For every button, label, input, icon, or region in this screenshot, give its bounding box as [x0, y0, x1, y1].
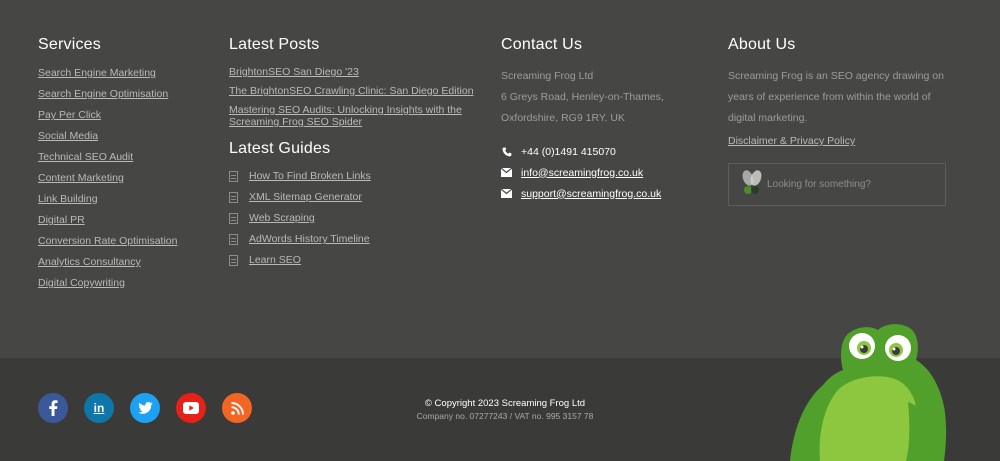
contact-column: Contact Us Screaming Frog Ltd 6 Greys Ro…: [500, 36, 701, 204]
phone-number: +44 (0)1491 415070: [521, 145, 616, 158]
guide-link[interactable]: XML Sitemap Generator: [249, 191, 362, 212]
contact-lines: +44 (0)1491 415070 info@screamingfrog.co…: [500, 141, 701, 204]
guide-link[interactable]: How To Find Broken Links: [249, 170, 371, 191]
search-input[interactable]: [767, 179, 937, 190]
address-line-1: 6 Greys Road, Henley-on-Thames,: [501, 91, 664, 103]
search-box: [728, 163, 946, 206]
envelope-icon: [500, 167, 513, 178]
copyright-text: © Copyright 2023 Screaming Frog Ltd: [424, 398, 586, 409]
frog-mascot-image: [788, 322, 958, 461]
fly-icon: [739, 169, 765, 197]
service-link[interactable]: Conversion Rate Optimisation: [38, 234, 177, 248]
document-icon: [229, 171, 238, 182]
guide-link[interactable]: AdWords History Timeline: [249, 233, 370, 254]
service-link[interactable]: Social Media: [38, 129, 177, 143]
document-icon: [229, 192, 238, 203]
latest-guides-list: How To Find Broken Links XML Sitemap Gen…: [229, 170, 489, 275]
service-link[interactable]: Technical SEO Audit: [38, 150, 177, 164]
info-email-link[interactable]: info@screamingfrog.co.uk: [521, 167, 643, 179]
about-heading: About Us: [728, 36, 796, 53]
social-links: in: [38, 393, 252, 423]
service-link[interactable]: Search Engine Optimisation: [38, 87, 177, 101]
phone-icon: [501, 147, 512, 157]
guide-link[interactable]: Learn SEO: [249, 254, 301, 275]
address-line-2: Oxfordshire, RG9 1RY. UK: [501, 112, 625, 124]
about-text: Screaming Frog is an SEO agency drawing …: [728, 70, 944, 124]
copyright-block: © Copyright 2023 Screaming Frog Ltd Comp…: [380, 398, 630, 421]
post-link[interactable]: The BrightonSEO Crawling Clinic: San Die…: [229, 85, 489, 97]
service-link[interactable]: Search Engine Marketing: [38, 66, 177, 80]
latest-posts-heading: Latest Posts: [229, 36, 320, 53]
contact-heading: Contact Us: [501, 36, 583, 53]
services-list: Search Engine Marketing Search Engine Op…: [38, 66, 177, 297]
service-link[interactable]: Digital Copywriting: [38, 276, 177, 290]
info-email-line: info@screamingfrog.co.uk: [500, 162, 701, 183]
document-icon: [229, 234, 238, 245]
phone-line: +44 (0)1491 415070: [501, 141, 701, 162]
twitter-icon[interactable]: [130, 393, 160, 423]
envelope-icon: [500, 188, 513, 199]
document-icon: [229, 255, 238, 266]
latest-posts-list: BrightonSEO San Diego '23 The BrightonSE…: [229, 66, 489, 128]
youtube-icon[interactable]: [176, 393, 206, 423]
service-link[interactable]: Digital PR: [38, 213, 177, 227]
latest-guides-heading: Latest Guides: [229, 140, 331, 157]
about-column: About Us Screaming Frog is an SEO agency…: [728, 36, 948, 206]
support-email-line: support@screamingfrog.co.uk: [500, 183, 701, 204]
service-link[interactable]: Content Marketing: [38, 171, 177, 185]
rss-icon[interactable]: [222, 393, 252, 423]
post-link[interactable]: Mastering SEO Audits: Unlocking Insights…: [229, 104, 489, 128]
disclaimer-link[interactable]: Disclaimer & Privacy Policy: [728, 135, 948, 147]
facebook-icon[interactable]: [38, 393, 68, 423]
post-link[interactable]: BrightonSEO San Diego '23: [229, 66, 489, 78]
services-heading: Services: [38, 36, 101, 53]
company-registration-text: Company no. 07277243 / VAT no. 995 3157 …: [416, 411, 594, 421]
services-column: Services Search Engine Marketing Search …: [38, 36, 177, 297]
linkedin-icon[interactable]: in: [84, 393, 114, 423]
posts-column: Latest Posts BrightonSEO San Diego '23 T…: [229, 36, 489, 275]
company-name: Screaming Frog Ltd: [501, 70, 594, 82]
service-link[interactable]: Analytics Consultancy: [38, 255, 177, 269]
service-link[interactable]: Link Building: [38, 192, 177, 206]
support-email-link[interactable]: support@screamingfrog.co.uk: [521, 188, 661, 200]
document-icon: [229, 213, 238, 224]
guide-link[interactable]: Web Scraping: [249, 212, 315, 233]
service-link[interactable]: Pay Per Click: [38, 108, 177, 122]
